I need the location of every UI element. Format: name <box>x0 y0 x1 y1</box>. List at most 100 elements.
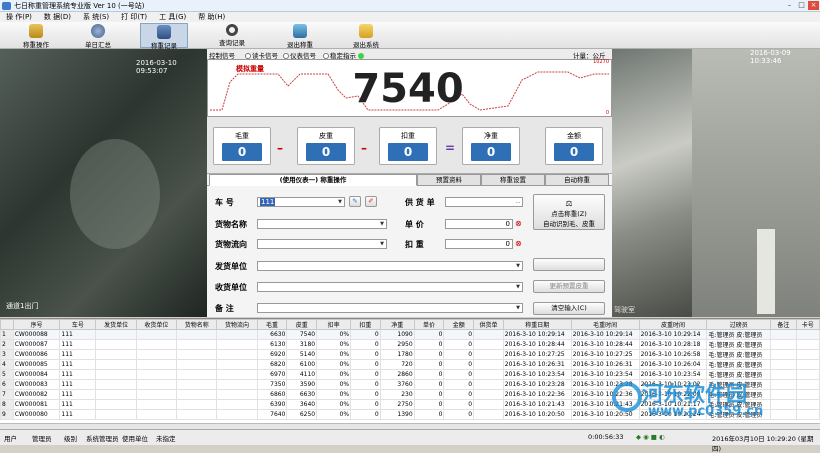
camera-right-feed: 2016-03-09 10:33:46 驾驶室 <box>612 49 820 317</box>
equals-sign: = <box>445 141 456 155</box>
column-header[interactable]: 序号 <box>12 319 61 330</box>
table-cell: 0% <box>316 379 352 390</box>
toolbar-exit-system-button[interactable]: 退出系统 <box>342 23 390 49</box>
column-header[interactable]: 货物名称 <box>176 319 218 330</box>
camera-left-timestamp: 2016-03-10 09:53:07 <box>136 59 177 75</box>
update-preset-tare-button[interactable]: 更新预置皮重 <box>533 280 605 293</box>
maximize-button[interactable]: □ <box>796 1 807 10</box>
live-weight-display: 7540 <box>352 66 464 112</box>
table-row[interactable]: 9 CW000080 111 7640 6250 0% 0 1390 0 0 2016-3-10 1… <box>0 409 820 420</box>
blank-button[interactable] <box>533 258 605 271</box>
deduct-unit-icon: ⊗ <box>515 239 522 248</box>
weighing-panel: 控制信号 读卡信号 仪表信号 稳定指示 计量：公斤 模拟重量 10270 0 7… <box>207 49 612 317</box>
goods-select[interactable]: ▼ <box>257 219 387 229</box>
column-header[interactable]: 扣率 <box>316 319 352 330</box>
deduct-weight-box: 扣重 0 <box>379 127 437 165</box>
column-header[interactable]: 备注 <box>770 319 797 330</box>
table-row[interactable]: 8 CW000081 111 6390 3640 0% 0 2750 0 0 2016-3-10 1… <box>0 399 820 410</box>
column-header[interactable]: 过磅员 <box>706 319 772 330</box>
close-button[interactable]: × <box>808 1 819 10</box>
column-header[interactable]: 单价 <box>413 319 445 330</box>
plate-label: 车 号 <box>215 198 234 207</box>
plate-pin-icon[interactable]: ✐ <box>365 196 377 207</box>
table-cell: 2016-3-10 10:22:36 <box>570 389 640 400</box>
table-cell <box>135 389 178 400</box>
table-row[interactable]: 6 CW000083 111 7350 3590 0% 0 3760 0 0 2016-3-10 1… <box>0 379 820 390</box>
minimize-button[interactable]: – <box>784 1 795 10</box>
gross-weight-label: 毛重 <box>235 132 249 140</box>
toolbar-daily-summary-button[interactable]: 单日汇总 <box>74 23 122 49</box>
column-header[interactable]: 收货单位 <box>135 319 178 330</box>
column-header[interactable]: 皮重时间 <box>638 319 708 330</box>
camera-right-timestamp: 2016-03-09 10:33:46 <box>750 49 791 65</box>
table-cell: 0 <box>413 379 445 390</box>
table-cell <box>135 399 178 410</box>
toolbar-query-button[interactable]: 查询记录 <box>208 23 256 48</box>
table-row[interactable]: 3 CW000086 111 6920 5140 0% 0 1780 0 0 2016-3-10 1… <box>0 349 820 360</box>
table-row[interactable]: 5 CW000084 111 6970 4110 0% 0 2860 0 0 2016-3-10 1… <box>0 369 820 380</box>
menu-system[interactable]: 系 统(S) <box>77 12 115 22</box>
price-label: 单 价 <box>405 220 424 229</box>
column-header[interactable]: 扣重 <box>350 319 381 330</box>
table-row[interactable]: 7 CW000082 111 6860 6630 0% 0 230 0 0 2016-3-10 10… <box>0 389 820 400</box>
table-cell: 2016-3-10 10:23:54 <box>502 369 572 380</box>
sender-select[interactable]: ▼ <box>257 261 523 271</box>
toolbar-exit-weigh-button[interactable]: 退出称重 <box>276 23 324 49</box>
column-header[interactable]: 卡号 <box>795 319 820 330</box>
table-cell: 2016-3-10 10:26:31 <box>570 359 640 370</box>
column-header[interactable]: 货物流向 <box>216 319 258 330</box>
menu-tools[interactable]: 工 具(G) <box>153 12 192 22</box>
row-number: 4 <box>0 359 14 370</box>
menu-print[interactable]: 打 印(T) <box>115 12 153 22</box>
tab-preset-data[interactable]: 预置资料 <box>417 174 481 186</box>
supply-input[interactable]: … <box>445 197 523 207</box>
menu-help[interactable]: 帮 助(H) <box>192 12 231 22</box>
table-cell <box>770 389 797 400</box>
column-header[interactable]: 皮重 <box>286 319 318 330</box>
table-cell <box>770 339 797 350</box>
tab-weigh-settings[interactable]: 称重设置 <box>481 174 545 186</box>
weigh-button[interactable]: ⚖ 点击称重(Z) 自动识别毛、皮重 <box>533 194 605 230</box>
note-input[interactable]: ▼ <box>257 303 523 313</box>
table-cell: 111 <box>59 399 97 410</box>
flow-select[interactable]: ▼ <box>257 239 387 249</box>
exit-weigh-icon <box>293 24 307 38</box>
table-row[interactable]: 1 CW000088 111 6630 7540 0% 0 1090 0 0 2016-3-10 1… <box>0 329 820 340</box>
column-header[interactable]: 称重日期 <box>502 319 572 330</box>
tab-weigh-operation[interactable]: (使用仪表一) 称重操作 <box>209 174 417 186</box>
chevron-down-icon[interactable]: ▼ <box>336 198 344 206</box>
status-unit: 未指定 <box>156 435 176 443</box>
table-cell <box>216 409 258 420</box>
column-header[interactable]: 供货单 <box>473 319 504 330</box>
plate-input[interactable]: 111 ▼ <box>257 197 345 207</box>
table-cell: 2016-3-10 10:20:50 <box>502 409 572 420</box>
column-header[interactable]: 发货单位 <box>95 319 137 330</box>
menu-data[interactable]: 数 据(D) <box>38 12 77 22</box>
column-header[interactable]: 净重 <box>379 319 415 330</box>
status-unit-label: 使用单位 <box>122 435 148 443</box>
table-row[interactable]: 2 CW000087 111 6130 3180 0% 0 2950 0 0 2016-3-10 1… <box>0 339 820 350</box>
column-header[interactable]: 毛重 <box>256 319 288 330</box>
table-cell <box>216 339 258 350</box>
table-cell: 毛:管理员 皮:管理员 <box>706 359 772 370</box>
table-cell: CW000083 <box>12 379 61 390</box>
table-cell: 111 <box>59 349 97 360</box>
table-cell: 2016-3-10 10:20:50 <box>570 409 640 420</box>
menu-operate[interactable]: 操 作(P) <box>0 12 38 22</box>
tab-auto-weigh[interactable]: 自动称重 <box>545 174 609 186</box>
clear-input-button[interactable]: 清空输入(C) <box>533 302 605 315</box>
column-header[interactable]: 车号 <box>59 319 97 330</box>
price-input[interactable]: 0 <box>445 219 513 229</box>
receiver-select[interactable]: ▼ <box>257 282 523 292</box>
toolbar-records-button[interactable]: 称重记录 <box>140 23 188 50</box>
column-header[interactable]: 毛重时间 <box>570 319 640 330</box>
table-header: 序号 车号 发货单位 收货单位 货物名称 货物流向 毛重 皮重 扣率 扣重 净重 单价 金额 供货单 称重日… <box>0 319 820 330</box>
table-row[interactable]: 4 CW000085 111 6820 6100 0% 0 720 0 0 2016-3-10 10… <box>0 359 820 370</box>
toolbar-weigh-button[interactable]: 称重操作 <box>12 23 60 49</box>
table-cell: 0 <box>443 409 475 420</box>
tare-weight-box: 皮重 0 <box>297 127 355 165</box>
deduct-input[interactable]: 0 <box>445 239 513 249</box>
plate-edit-icon[interactable]: ✎ <box>349 196 361 207</box>
table-cell <box>95 339 137 350</box>
column-header[interactable]: 金额 <box>443 319 475 330</box>
